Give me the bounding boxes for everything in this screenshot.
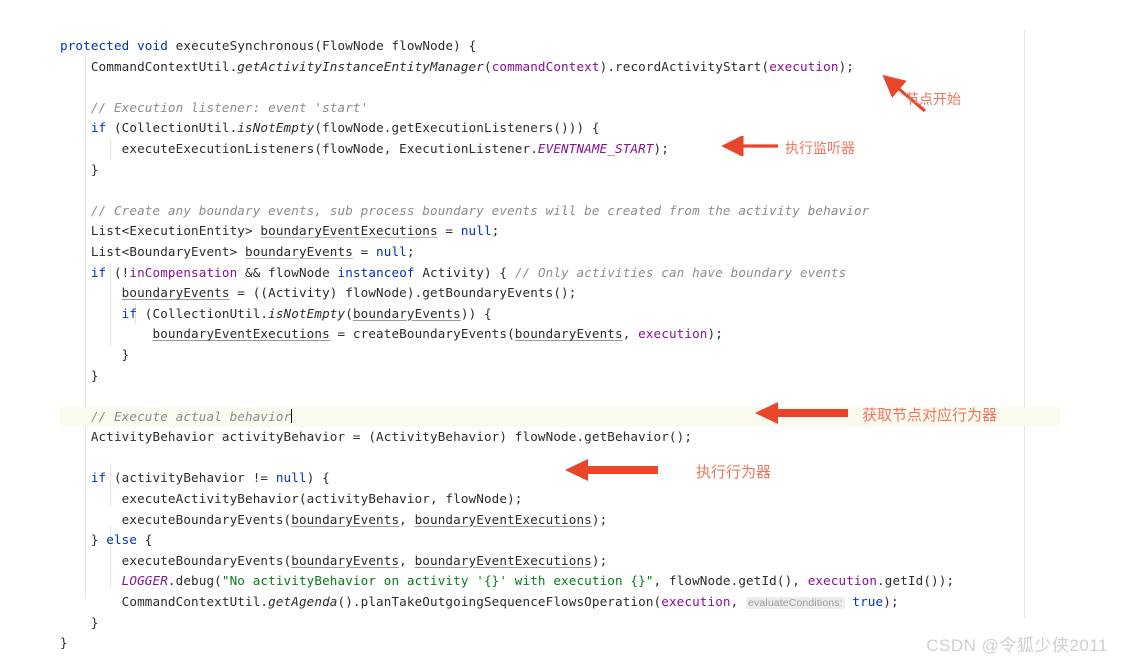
code-line-24[interactable]: } else { <box>60 530 1060 551</box>
code-line-8[interactable]: // Create any boundary events, sub proce… <box>60 201 1060 222</box>
text-caret <box>291 408 293 423</box>
annotation-node-start-label: 节点开始 <box>905 91 961 107</box>
code-line-7[interactable] <box>60 180 1060 201</box>
code-line-27[interactable]: CommandContextUtil.getAgenda().planTakeO… <box>60 592 1060 613</box>
code-line-16[interactable]: } <box>60 366 1060 387</box>
arrow-left-icon-get-behavior <box>755 402 848 424</box>
annotation-exec-listener-label: 执行监听器 <box>785 140 855 156</box>
arrow-left-icon-exec-behavior <box>565 459 658 481</box>
code-line-29[interactable]: } <box>60 633 1060 654</box>
code-editor-canvas: protected void executeSynchronous(FlowNo… <box>0 0 1122 664</box>
inline-parameter-hint: evaluateConditions: <box>746 597 845 610</box>
code-line-20[interactable] <box>60 448 1060 469</box>
code-line-25[interactable]: executeBoundaryEvents(boundaryEvents, bo… <box>60 551 1060 572</box>
code-lines[interactable]: protected void executeSynchronous(FlowNo… <box>0 36 1084 654</box>
arrow-left-icon-listener <box>721 136 778 156</box>
code-line-11[interactable]: if (!inCompensation && flowNode instance… <box>60 263 1060 284</box>
csdn-watermark: CSDN @令狐少侠2011 <box>926 636 1108 655</box>
code-line-5[interactable]: executeExecutionListeners(flowNode, Exec… <box>60 139 1060 160</box>
code-line-12[interactable]: boundaryEvents = ((Activity) flowNode).g… <box>60 283 1060 304</box>
code-line-28[interactable]: } <box>60 613 1060 634</box>
code-line-26[interactable]: LOGGER.debug("No activityBehavior on act… <box>60 571 1060 592</box>
code-line-13[interactable]: if (CollectionUtil.isNotEmpty(boundaryEv… <box>60 304 1060 325</box>
code-line-4[interactable]: if (CollectionUtil.isNotEmpty(flowNode.g… <box>60 118 1060 139</box>
code-line-23[interactable]: executeBoundaryEvents(boundaryEvents, bo… <box>60 510 1060 531</box>
code-line-19[interactable]: ActivityBehavior activityBehavior = (Act… <box>60 427 1060 448</box>
annotation-exec-behavior-label: 执行行为器 <box>696 464 772 481</box>
code-line-14[interactable]: boundaryEventExecutions = createBoundary… <box>60 324 1060 345</box>
annotation-get-behavior-label: 获取节点对应行为器 <box>862 407 998 424</box>
code-line-22[interactable]: executeActivityBehavior(activityBehavior… <box>60 489 1060 510</box>
code-line-9[interactable]: List<ExecutionEntity> boundaryEventExecu… <box>60 221 1060 242</box>
code-line-15[interactable]: } <box>60 345 1060 366</box>
code-line-0[interactable]: protected void executeSynchronous(FlowNo… <box>60 36 1060 57</box>
code-line-6[interactable]: } <box>60 160 1060 181</box>
code-line-21[interactable]: if (activityBehavior != null) { <box>60 468 1060 489</box>
code-line-10[interactable]: List<BoundaryEvent> boundaryEvents = nul… <box>60 242 1060 263</box>
